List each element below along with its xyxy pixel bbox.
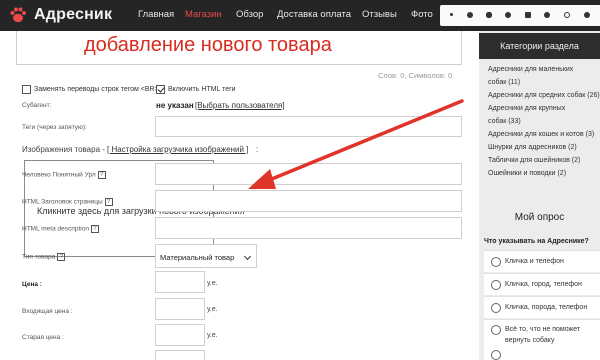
subject-value: не указан xyxy=(156,101,194,110)
category-small-dogs-count[interactable]: собак (11) xyxy=(488,79,520,86)
paw-icon[interactable] xyxy=(584,12,590,18)
help-icon[interactable]: ? xyxy=(57,253,66,261)
chevron-down-icon xyxy=(243,252,252,261)
poll-option[interactable]: Всё то, что не поможет вернуть собаку xyxy=(484,319,600,360)
site-logo[interactable]: Адресник xyxy=(8,4,112,26)
poll-title: Мой опрос xyxy=(514,212,565,223)
replace-br-checkbox[interactable] xyxy=(22,85,31,94)
category-cats[interactable]: Адресники для кошек и котов (3) xyxy=(488,131,594,138)
category-cords[interactable]: Шнурки для адресников (2) xyxy=(488,144,577,151)
top-navigation-bar: Адресник Главная Магазин Обзор Доставка … xyxy=(0,0,600,31)
replace-br-label: Заменять переводы строк тегом <BR> xyxy=(34,86,159,93)
incoming-price-input[interactable] xyxy=(155,298,205,320)
help-icon[interactable]: ? xyxy=(90,225,99,233)
url-label: Человеко Понятный Урл? xyxy=(22,171,106,179)
nav-feedback[interactable]: Отзывы xyxy=(362,9,397,20)
price-unit: у.е. xyxy=(207,280,218,287)
clock-icon[interactable] xyxy=(564,12,570,18)
meta-description-input[interactable] xyxy=(155,217,462,239)
poll-option-label: Всё то, что не поможет xyxy=(505,326,581,333)
radio-button[interactable] xyxy=(491,257,501,267)
product-type-label: Тип товара? xyxy=(22,253,66,261)
category-large-dogs-count[interactable]: собак (33) xyxy=(488,118,521,125)
eye-icon[interactable] xyxy=(486,12,492,18)
nav-review[interactable]: Обзор xyxy=(236,9,263,20)
poll-option[interactable]: Кличка, порода, телефон xyxy=(484,296,600,318)
tags-label: Теги (через запятую): xyxy=(22,124,87,131)
category-small-dogs[interactable]: Адресники для маленьких xyxy=(488,66,573,73)
html-title-label: HTML Заголовок страницы? xyxy=(22,198,113,206)
nav-delivery[interactable]: Доставка оплата xyxy=(277,9,351,20)
old-price-input[interactable] xyxy=(155,324,205,346)
radio-button[interactable] xyxy=(491,350,501,360)
nav-home[interactable]: Главная xyxy=(138,9,174,20)
incoming-price-unit: у.е. xyxy=(207,306,218,313)
enable-html-label: Включить HTML теги xyxy=(168,86,236,93)
extra-input[interactable] xyxy=(155,350,205,360)
meta-description-label: HTML meta description? xyxy=(22,225,99,233)
user-icon[interactable] xyxy=(467,12,473,18)
paw-logo-icon xyxy=(8,5,28,25)
help-icon[interactable]: ? xyxy=(104,198,113,206)
price-input[interactable] xyxy=(155,271,205,293)
overlay-title: добавление нового товара xyxy=(84,34,332,56)
images-label: Изображения товара - xyxy=(22,145,105,154)
product-type-value: Материальный товар xyxy=(160,253,235,262)
price-label: Цена : xyxy=(22,281,42,288)
category-collars[interactable]: Ошейники и поводки (2) xyxy=(488,170,566,177)
bell-icon[interactable] xyxy=(525,12,531,18)
poll-option-label: Кличка, город, телефон xyxy=(505,281,582,288)
category-collar-plates[interactable]: Таблички для ошейников (2) xyxy=(488,157,580,164)
help-icon[interactable]: ? xyxy=(97,171,106,179)
quick-icons-toolbar xyxy=(440,5,600,26)
poll-option-label-continued: вернуть собаку xyxy=(505,337,555,344)
poll-option[interactable]: Кличка и телефон xyxy=(484,250,600,272)
nav-photo[interactable]: Фото xyxy=(411,9,433,20)
dot-icon[interactable] xyxy=(450,13,453,16)
poll-option-label: Кличка и телефон xyxy=(505,258,564,265)
settings-icon[interactable] xyxy=(544,12,550,18)
radio-button[interactable] xyxy=(491,280,501,290)
category-medium-dogs[interactable]: Адресники для средних собак (26) xyxy=(488,92,600,99)
word-count: Слов: 0, Символов: 0 xyxy=(378,71,453,80)
enable-html-checkbox[interactable] xyxy=(156,85,165,94)
old-price-label: Старая цена : xyxy=(22,334,64,341)
poll-option[interactable]: Кличка, город, телефон xyxy=(484,273,600,295)
logo-text: Адресник xyxy=(34,6,113,23)
incoming-price-label: Входящая цена : xyxy=(22,308,73,315)
subject-label: Субагент: xyxy=(22,102,52,109)
radio-button[interactable] xyxy=(491,303,501,313)
product-type-select[interactable]: Материальный товар xyxy=(155,244,257,268)
radio-button[interactable] xyxy=(491,325,501,335)
poll-question: Что указывать на Адреснике? xyxy=(484,238,589,245)
old-price-unit: у.е. xyxy=(207,332,218,339)
nav-shop[interactable]: Магазин xyxy=(185,9,222,20)
poll-option-label: Кличка, порода, телефон xyxy=(505,304,588,311)
red-arrow-icon xyxy=(248,99,464,189)
uploader-settings-link[interactable]: [ Настройка загрузчика изображений ] xyxy=(107,145,248,154)
search-icon[interactable] xyxy=(505,12,511,18)
category-large-dogs[interactable]: Адресники для крупных xyxy=(488,105,565,112)
categories-header: Категории раздела xyxy=(479,33,600,59)
